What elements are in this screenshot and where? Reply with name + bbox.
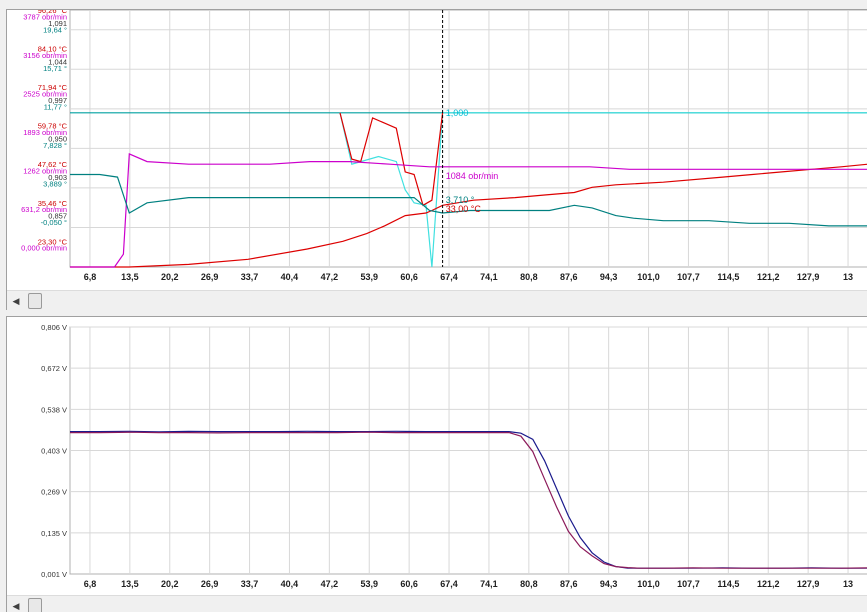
x-tick-label: 101,0 xyxy=(637,272,660,282)
scroll-left-arrow-icon[interactable]: ◀ xyxy=(9,293,23,309)
x-tick-label: 40,4 xyxy=(281,272,299,282)
x-tick-label: 26,9 xyxy=(201,579,219,589)
x-tick-label: 114,5 xyxy=(717,272,739,282)
x-tick-label: 60,6 xyxy=(400,579,418,589)
x-tick-label: 26,9 xyxy=(201,272,219,282)
sensor-chart[interactable]: 6,8 13,5 20,2 26,9 33,7 40,4 47,2 53,9 60,6 67,4 7… xyxy=(7,10,867,290)
scroll-left-arrow-icon[interactable]: ◀ xyxy=(9,598,23,612)
y-tick-label: 0,538 V xyxy=(41,405,67,414)
x-tick-label: 107,7 xyxy=(677,272,700,282)
x-tick-label: 13 xyxy=(843,579,853,589)
x-tick-label: 107,7 xyxy=(677,579,700,589)
scroll-thumb[interactable] xyxy=(28,598,42,612)
y-axis-label: 3,889 ° xyxy=(43,179,67,188)
x-tick-label: 47,2 xyxy=(321,272,339,282)
y-tick-label: 0,001 V xyxy=(41,570,67,579)
y-tick-label: 0,135 V xyxy=(41,529,67,538)
x-tick-label: 47,2 xyxy=(321,579,339,589)
x-tick-label: 127,9 xyxy=(797,579,820,589)
x-tick-label: 74,1 xyxy=(480,579,498,589)
x-tick-label: 53,9 xyxy=(360,272,378,282)
bottom-chart-panel: 6,8 13,5 20,2 26,9 33,7 40,4 47,2 53,9 60,6 67,4 7… xyxy=(6,316,867,612)
y-axis-label: -0,050 ° xyxy=(41,218,67,227)
x-tick-label: 67,4 xyxy=(440,272,458,282)
cursor-value-label: 1084 obr/min xyxy=(446,171,499,181)
x-tick-label: 67,4 xyxy=(440,579,458,589)
y-axis-label: 0,000 obr/min xyxy=(21,244,67,253)
y-axis-label: 15,71 ° xyxy=(43,64,67,73)
bottom-horizontal-scrollbar[interactable]: ◀ xyxy=(7,595,867,612)
x-tick-label: 13,5 xyxy=(121,272,139,282)
x-tick-label: 121,2 xyxy=(757,579,780,589)
x-tick-label: 74,1 xyxy=(480,272,498,282)
x-tick-label: 94,3 xyxy=(600,272,618,282)
x-tick-label: 94,3 xyxy=(600,579,618,589)
y-tick-label: 0,672 V xyxy=(41,364,67,373)
x-tick-label: 80,8 xyxy=(520,579,538,589)
voltage-chart[interactable]: 6,8 13,5 20,2 26,9 33,7 40,4 47,2 53,9 60,6 67,4 7… xyxy=(7,317,867,595)
top-chart-panel: 6,8 13,5 20,2 26,9 33,7 40,4 47,2 53,9 60,6 67,4 7… xyxy=(6,9,867,310)
x-tick-label: 13 xyxy=(843,272,853,282)
x-tick-label: 121,2 xyxy=(757,272,780,282)
y-axis-label: 11,77 ° xyxy=(44,102,67,111)
scroll-thumb[interactable] xyxy=(28,293,42,309)
x-tick-label: 53,9 xyxy=(360,579,378,589)
x-tick-label: 60,6 xyxy=(400,272,418,282)
x-tick-label: 13,5 xyxy=(121,579,139,589)
cursor-value-label: 1,000 xyxy=(446,108,469,118)
y-tick-label: 0,403 V xyxy=(41,447,67,456)
y-tick-label: 0,806 V xyxy=(41,323,67,332)
y-axis-label: 19,64 ° xyxy=(43,25,67,34)
x-tick-label: 6,8 xyxy=(84,272,97,282)
x-tick-label: 33,7 xyxy=(241,579,259,589)
x-tick-label: 80,8 xyxy=(520,272,538,282)
top-horizontal-scrollbar[interactable]: ◀ xyxy=(7,290,867,310)
x-tick-label: 87,6 xyxy=(560,579,578,589)
cursor-value-label: 33,00 °C xyxy=(446,204,482,214)
x-tick-label: 33,7 xyxy=(241,272,259,282)
x-tick-label: 20,2 xyxy=(161,272,179,282)
x-tick-label: 114,5 xyxy=(717,579,739,589)
x-tick-label: 87,6 xyxy=(560,272,578,282)
x-tick-label: 101,0 xyxy=(637,579,660,589)
x-tick-label: 6,8 xyxy=(84,579,97,589)
x-tick-label: 127,9 xyxy=(797,272,820,282)
x-tick-label: 20,2 xyxy=(161,579,179,589)
x-tick-label: 40,4 xyxy=(281,579,299,589)
y-tick-label: 0,269 V xyxy=(41,488,67,497)
plot-area xyxy=(69,10,867,268)
y-axis-label: 7,828 ° xyxy=(43,141,67,150)
